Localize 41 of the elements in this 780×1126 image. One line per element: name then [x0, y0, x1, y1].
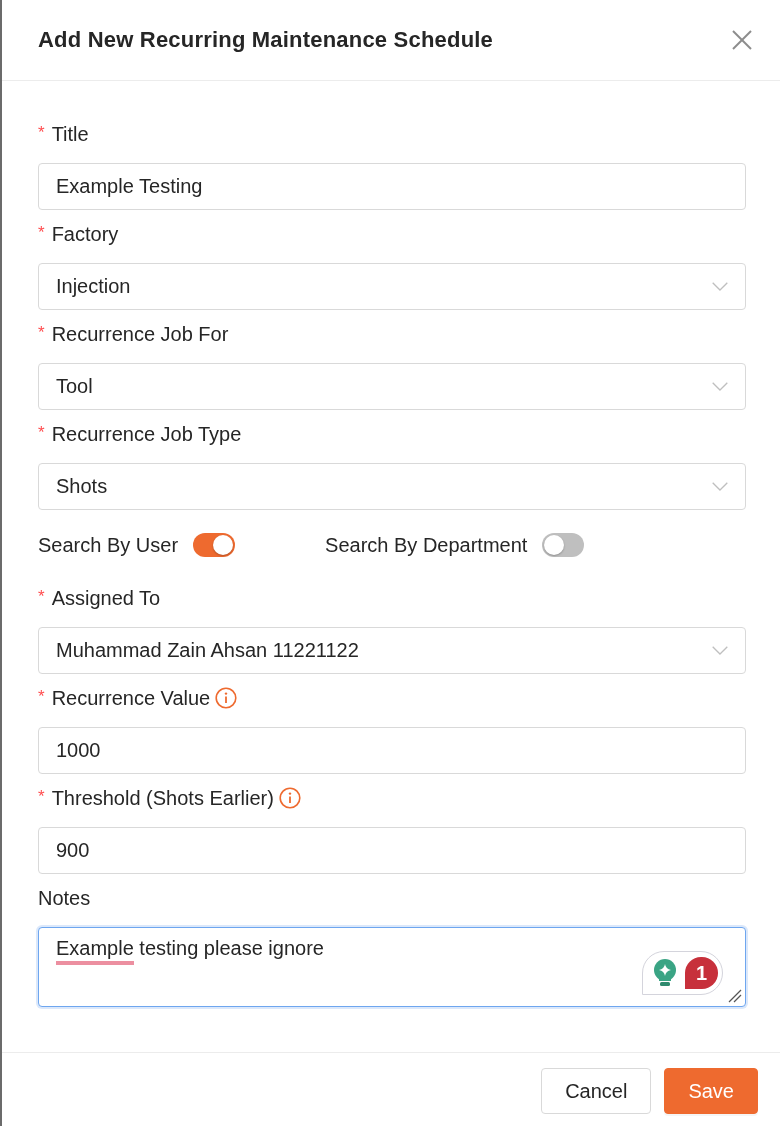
required-mark: *	[38, 123, 45, 141]
text-input[interactable]: 900	[38, 827, 746, 874]
field-label: Title	[51, 122, 89, 146]
lightbulb-icon	[653, 959, 677, 987]
dialog-title: Add New Recurring Maintenance Schedule	[38, 27, 494, 53]
chevron-down-icon	[712, 482, 728, 491]
toggle-switch[interactable]	[542, 533, 585, 557]
field-label: Recurrence Job For	[51, 322, 229, 346]
field-label: Recurrence Value	[51, 686, 211, 710]
field-label: Threshold (Shots Earlier)	[51, 786, 274, 810]
required-mark: *	[38, 687, 45, 705]
info-icon[interactable]	[278, 787, 301, 809]
field-label: Assigned To	[51, 586, 161, 610]
select-dropdown[interactable]: Injection	[38, 263, 746, 310]
required-mark: *	[38, 787, 45, 805]
resize-handle-icon[interactable]	[728, 989, 742, 1003]
chevron-down-icon	[712, 382, 728, 391]
select-dropdown[interactable]: Tool	[38, 363, 746, 410]
text-input[interactable]: 1000	[38, 727, 746, 774]
info-icon[interactable]	[215, 687, 238, 709]
writing-assistant-widget[interactable]: 1	[642, 951, 723, 995]
field-label: Factory	[51, 222, 119, 246]
toggle-label: Search By User	[38, 533, 179, 557]
required-mark: *	[38, 423, 45, 441]
required-mark: *	[38, 323, 45, 341]
field-label: Notes	[38, 886, 91, 910]
notes-textarea[interactable]: Example testing please ignore 1	[38, 927, 746, 1007]
select-dropdown[interactable]: Shots	[38, 463, 746, 510]
required-mark: *	[38, 223, 45, 241]
required-mark: *	[38, 587, 45, 605]
chevron-down-icon	[712, 646, 728, 655]
issue-count-badge: 1	[685, 957, 718, 989]
text-input[interactable]: Example Testing	[38, 163, 746, 210]
chevron-down-icon	[712, 282, 728, 291]
close-button[interactable]	[731, 29, 753, 51]
select-dropdown[interactable]: Muhammad Zain Ahsan 11221122	[38, 627, 746, 674]
cancel-button[interactable]: Cancel	[541, 1068, 652, 1114]
close-icon	[731, 29, 753, 51]
toggle-label: Search By Department	[325, 533, 528, 557]
field-label: Recurrence Job Type	[51, 422, 242, 446]
toggle-switch[interactable]	[193, 533, 236, 557]
